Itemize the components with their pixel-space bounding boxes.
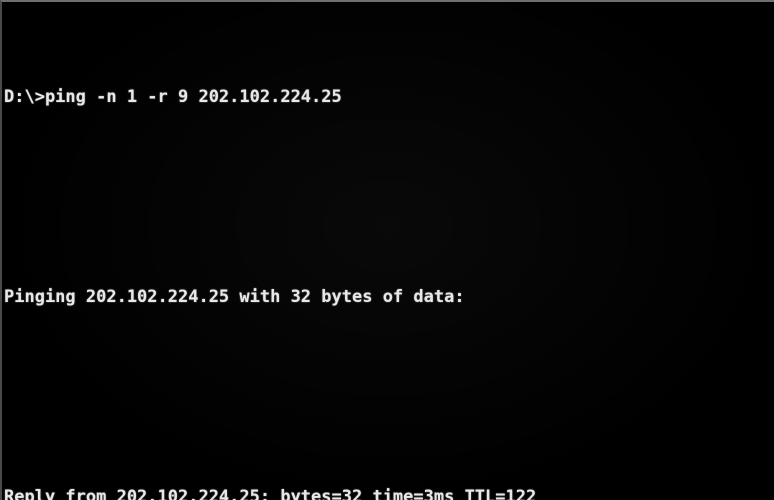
reply-line: Reply from 202.102.224.25: bytes=32 time…	[4, 487, 537, 500]
terminal-output[interactable]: D:\>ping -n 1 -r 9 202.102.224.25 Pingin…	[2, 10, 774, 500]
command-prompt-window[interactable]: D:\>ping -n 1 -r 9 202.102.224.25 Pingin…	[0, 0, 774, 500]
command-line: D:\>ping -n 1 -r 9 202.102.224.25	[4, 87, 342, 107]
pinging-header-line: Pinging 202.102.224.25 with 32 bytes of …	[4, 287, 465, 307]
